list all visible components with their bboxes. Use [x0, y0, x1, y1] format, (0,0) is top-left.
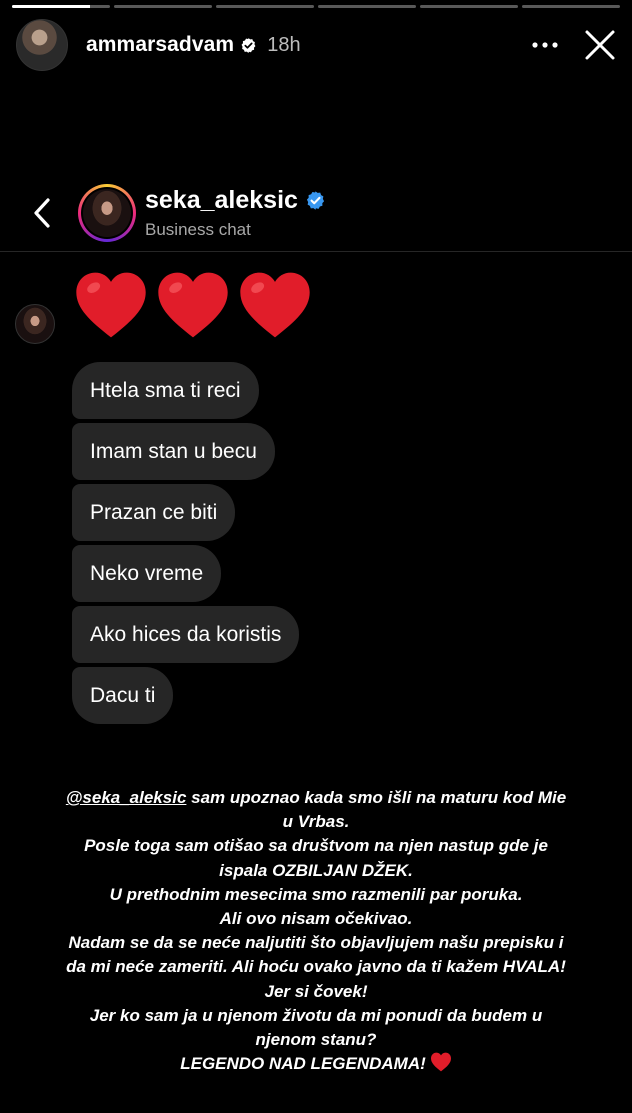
progress-segment — [12, 5, 110, 8]
progress-segment — [420, 5, 518, 8]
avatar[interactable] — [16, 19, 68, 71]
mention-link[interactable]: @seka_aleksic — [66, 788, 187, 807]
caption-line: Ali ovo nisam očekivao. — [219, 909, 413, 929]
progress-segment — [522, 5, 620, 8]
hearts-message — [74, 268, 312, 342]
message-bubble[interactable]: Imam stan u becu — [72, 423, 275, 480]
message-bubble[interactable]: Dacu ti — [72, 667, 174, 724]
caption-line: u Vrbas. — [282, 812, 350, 832]
caption-line: U prethodnim mesecima smo razmenili par … — [109, 884, 523, 904]
progress-segment — [216, 5, 314, 8]
message-bubble[interactable]: Htela sma ti reci — [72, 362, 259, 419]
caption-line: Nadam se da se neće naljutiti što objavl… — [68, 933, 564, 953]
verified-badge-icon — [306, 191, 325, 210]
chat-subtitle: Business chat — [145, 220, 251, 239]
caption-line: ispala OZBILJAN DŽEK. — [219, 860, 413, 880]
caption-line: @seka_aleksic sam upoznao kada smo išli … — [65, 788, 567, 807]
close-icon[interactable] — [580, 25, 620, 65]
story-caption: @seka_aleksic sam upoznao kada smo išli … — [20, 786, 612, 1076]
caption-line: LEGENDO NAD LEGENDAMA! — [20, 1052, 612, 1076]
story-timestamp: 18h — [267, 33, 301, 56]
chat-avatar[interactable] — [78, 184, 136, 242]
heart-icon — [240, 272, 310, 338]
caption-line: Jer ko sam ja u njenom životu da mi ponu… — [89, 1005, 543, 1025]
chat-name-row[interactable]: seka_aleksic — [145, 186, 326, 215]
sender-avatar — [15, 304, 55, 344]
message-bubble[interactable]: Ako hices da koristis — [72, 606, 300, 663]
caption-line: da mi neće zameriti. Ali hoću ovako javn… — [66, 957, 566, 977]
heart-icon — [76, 272, 146, 338]
story-progress-bar — [12, 5, 620, 8]
verified-badge-icon — [241, 37, 256, 53]
caption-line: Posle toga sam otišao sa društvom na nje… — [84, 836, 548, 856]
story-header: ammarsadvam 18h — [16, 18, 620, 72]
message-list: Htela sma ti reci Imam stan u becu Praza… — [72, 362, 300, 724]
chat-header: seka_aleksic Business chat — [0, 180, 632, 252]
chevron-left-icon[interactable] — [28, 196, 58, 230]
message-bubble[interactable]: Neko vreme — [72, 545, 222, 602]
message-bubble[interactable]: Prazan ce biti — [72, 484, 236, 541]
chat-name: seka_aleksic — [145, 186, 298, 214]
progress-segment — [114, 5, 212, 8]
progress-segment — [318, 5, 416, 8]
caption-line: Jer si čovek! — [264, 981, 368, 1001]
heart-icon — [158, 272, 228, 338]
caption-line: njenom stanu? — [255, 1030, 377, 1050]
more-horizontal-icon[interactable] — [528, 28, 562, 62]
heart-icon — [430, 1052, 451, 1072]
story-username[interactable]: ammarsadvam — [86, 33, 234, 57]
